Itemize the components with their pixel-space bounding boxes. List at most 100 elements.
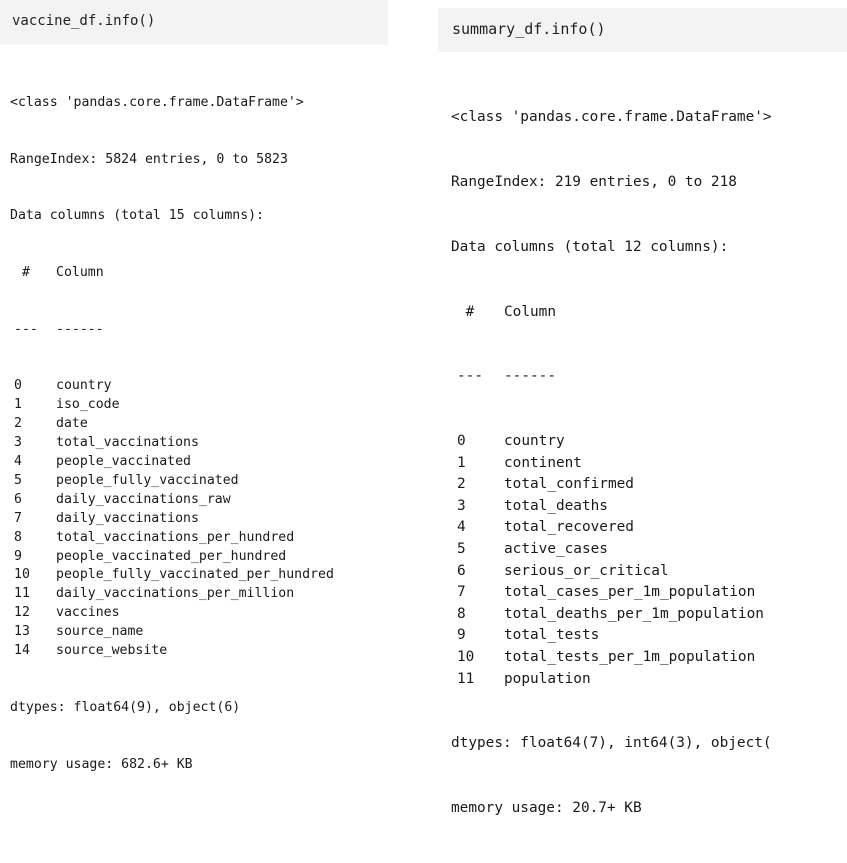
separator-index: --- (14, 321, 38, 337)
column-name: source_name (56, 624, 144, 640)
separator-index: --- (457, 368, 483, 385)
column-index: 1 (14, 397, 22, 413)
column-name: total_cases_per_1m_population (504, 584, 756, 601)
column-index: 3 (457, 497, 466, 514)
column-table-separator: --- ------ (451, 366, 847, 388)
column-name: daily_vaccinations_per_million (56, 586, 295, 602)
summary-info-cell: summary_df.info() <class 'pandas.core.fr… (438, 0, 847, 816)
header-index: # (457, 303, 475, 320)
column-row: 9 total_tests (451, 625, 847, 647)
column-row: 5 people_fully_vaccinated (10, 472, 390, 491)
column-name: total_tests_per_1m_population (504, 649, 756, 666)
column-index: 0 (457, 433, 466, 450)
column-row: 7 total_cases_per_1m_population (451, 582, 847, 604)
column-table-header: # Column (451, 302, 847, 324)
column-index: 5 (457, 541, 466, 558)
column-table-header: # Column (10, 264, 390, 283)
column-row: 11 daily_vaccinations_per_million (10, 585, 390, 604)
column-index: 14 (14, 643, 30, 659)
column-row: 8 total_deaths_per_1m_population (451, 604, 847, 626)
column-index: 8 (457, 605, 466, 622)
column-row: 1 continent (451, 453, 847, 475)
column-row: 4 people_vaccinated (10, 453, 390, 472)
header-index: # (14, 264, 30, 280)
column-index: 10 (457, 649, 475, 666)
class-line: <class 'pandas.core.frame.DataFrame'> (451, 109, 772, 126)
column-index: 12 (14, 605, 30, 621)
column-name: total_vaccinations (56, 435, 199, 451)
column-index: 2 (14, 416, 22, 432)
cell-output: <class 'pandas.core.frame.DataFrame'> Ra… (10, 56, 390, 812)
column-index: 0 (14, 378, 22, 394)
column-name: date (56, 416, 88, 432)
column-list: 0 country 1 iso_code 2 date 3 total_vaccination… (10, 377, 390, 661)
column-row: 4 total_recovered (451, 517, 847, 539)
column-name: serious_or_critical (504, 562, 669, 579)
column-index: 10 (14, 567, 30, 583)
column-name: total_deaths (504, 497, 608, 514)
column-name: people_fully_vaccinated (56, 472, 239, 488)
column-name: source_website (56, 643, 168, 659)
column-index: 11 (14, 586, 30, 602)
header-column: Column (504, 303, 556, 320)
column-row: 13 source_name (10, 623, 390, 642)
column-name: people_vaccinated_per_hundred (56, 548, 287, 564)
code-input[interactable]: summary_df.info() (452, 20, 606, 38)
column-index: 5 (14, 472, 22, 488)
range-index-line: RangeIndex: 5824 entries, 0 to 5823 (10, 151, 288, 167)
column-row: 3 total_deaths (451, 496, 847, 518)
column-row: 10 total_tests_per_1m_population (451, 647, 847, 669)
column-name: total_vaccinations_per_hundred (56, 529, 295, 545)
column-index: 8 (14, 529, 22, 545)
column-name: daily_vaccinations (56, 510, 199, 526)
column-table-separator: --- ------ (10, 321, 390, 340)
data-columns-line: Data columns (total 12 columns): (451, 238, 729, 255)
column-name: people_fully_vaccinated_per_hundred (56, 567, 334, 583)
column-index: 11 (457, 670, 475, 687)
column-index: 4 (14, 454, 22, 470)
column-row: 2 date (10, 415, 390, 434)
column-index: 6 (14, 491, 22, 507)
dtypes-line: dtypes: float64(9), object(6) (10, 699, 241, 715)
column-row: 8 total_vaccinations_per_hundred (10, 529, 390, 548)
range-index-line: RangeIndex: 219 entries, 0 to 218 (451, 173, 737, 190)
column-name: country (56, 378, 112, 394)
column-name: people_vaccinated (56, 454, 191, 470)
memory-usage-line: memory usage: 682.6+ KB (10, 756, 193, 772)
column-row: 10 people_fully_vaccinated_per_hundred (10, 566, 390, 585)
column-list: 0 country 1 continent 2 total_confirmed 3 total… (451, 431, 847, 690)
vaccine-info-cell: vaccine_df.info() <class 'pandas.core.fr… (0, 0, 392, 772)
column-index: 13 (14, 624, 30, 640)
column-row: 9 people_vaccinated_per_hundred (10, 548, 390, 567)
column-name: population (504, 670, 591, 687)
column-index: 6 (457, 562, 466, 579)
column-row: 12 vaccines (10, 604, 390, 623)
column-index: 7 (457, 584, 466, 601)
column-index: 1 (457, 454, 466, 471)
column-row: 0 country (10, 377, 390, 396)
column-name: iso_code (56, 397, 120, 413)
column-index: 4 (457, 519, 466, 536)
column-row: 7 daily_vaccinations (10, 510, 390, 529)
separator-column: ------ (56, 321, 104, 337)
data-columns-line: Data columns (total 15 columns): (10, 208, 265, 224)
column-name: active_cases (504, 541, 608, 558)
column-name: total_recovered (504, 519, 634, 536)
column-row: 11 population (451, 669, 847, 691)
column-row: 5 active_cases (451, 539, 847, 561)
header-column: Column (56, 264, 104, 280)
column-name: total_deaths_per_1m_population (504, 605, 764, 622)
column-row: 14 source_website (10, 642, 390, 661)
column-row: 6 serious_or_critical (451, 561, 847, 583)
column-index: 3 (14, 435, 22, 451)
column-name: country (504, 433, 565, 450)
column-row: 0 country (451, 431, 847, 453)
column-name: vaccines (56, 605, 120, 621)
column-name: total_tests (504, 627, 600, 644)
dtypes-line: dtypes: float64(7), int64(3), object( (451, 735, 772, 752)
column-index: 9 (457, 627, 466, 644)
column-row: 3 total_vaccinations (10, 434, 390, 453)
cell-output: <class 'pandas.core.frame.DataFrame'> Ra… (451, 64, 847, 863)
memory-usage-line: memory usage: 20.7+ KB (451, 800, 642, 817)
code-input[interactable]: vaccine_df.info() (12, 13, 155, 29)
